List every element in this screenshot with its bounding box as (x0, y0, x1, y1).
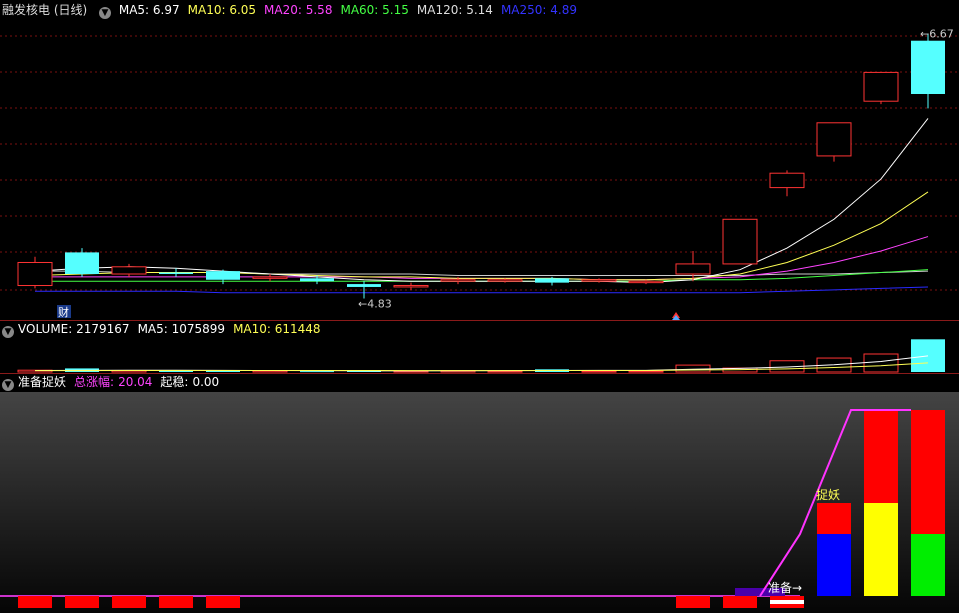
candle (65, 248, 99, 277)
candle-body (300, 278, 334, 282)
candle-body (252, 276, 288, 279)
candle-body (535, 278, 569, 283)
candle-body (393, 285, 429, 288)
indicator-bar (112, 596, 146, 608)
ma10-line (34, 191, 929, 281)
volume-bar (300, 371, 334, 373)
high-price-label: ←6.67 (920, 28, 954, 41)
indicator-bar (206, 596, 240, 608)
indicator-bar (864, 410, 898, 503)
candle-body (347, 284, 381, 287)
candle (863, 71, 899, 105)
indicator-bar (723, 596, 757, 608)
volume-bar (206, 370, 240, 372)
candle-body (769, 172, 805, 189)
candle (487, 278, 523, 283)
volume-bar (675, 364, 711, 373)
candle-body (111, 266, 147, 275)
candle-body (17, 261, 53, 287)
candle-body (628, 280, 664, 284)
candle-body (863, 71, 899, 102)
candle (675, 250, 711, 282)
volume-bar (911, 339, 945, 372)
zhuoyao-label: 捉妖 (816, 487, 840, 502)
candle-body (440, 279, 476, 282)
candle (816, 122, 852, 162)
indicator-chart[interactable]: 准备→ 捉妖 (0, 374, 959, 613)
indicator-bar (911, 534, 945, 596)
candle (111, 263, 147, 277)
volume-bar (863, 353, 899, 373)
candle-body (487, 279, 523, 282)
volume-bar (628, 370, 664, 373)
candle (159, 268, 193, 277)
volume-bar (487, 370, 523, 373)
indicator-bar (864, 503, 898, 596)
candle-body (206, 271, 240, 280)
volume-bar (581, 370, 617, 373)
indicator-bar (676, 596, 710, 608)
candle-body (159, 272, 193, 274)
candle (393, 282, 429, 290)
candle-body (675, 263, 711, 275)
candle-body (581, 279, 617, 282)
volume-panel: ▼ VOLUME: 2179167 MA5: 1075899 MA10: 611448 (0, 321, 959, 373)
indicator-bar (911, 410, 945, 534)
indicator-bar (817, 534, 851, 596)
finance-tag-text: 财 (58, 305, 69, 319)
indicator-bar (770, 596, 804, 600)
volume-chart[interactable] (0, 321, 959, 373)
candlestick-chart[interactable]: ←6.67 ←4.83 财 (0, 0, 959, 320)
indicator-bar (159, 596, 193, 608)
candle (911, 33, 945, 109)
candle (722, 218, 758, 265)
candle-body (722, 218, 758, 265)
candle (769, 170, 805, 197)
indicator-bar (770, 604, 804, 608)
candle (206, 269, 240, 285)
low-price-label: ←4.83 (358, 297, 392, 310)
indicator-bar (817, 503, 851, 534)
candle-body (816, 122, 852, 157)
candle (17, 256, 53, 289)
candle-body (911, 40, 945, 94)
indicator-bar (65, 596, 99, 608)
indicator-bar (18, 596, 52, 608)
ma5-line (34, 118, 929, 284)
indicator-background (0, 392, 959, 613)
candle-body (65, 252, 99, 274)
indicator-panel: ▼ 准备捉妖 总涨幅: 20.04 起稳: 0.00 准备→ 捉妖 (0, 374, 959, 613)
zhunbei-label: 准备→ (768, 581, 802, 595)
indicator-bar (770, 600, 804, 604)
price-panel: 融发核电 (日线) ▼ MA5: 6.97 MA10: 6.05 MA20: 5.5… (0, 0, 959, 320)
